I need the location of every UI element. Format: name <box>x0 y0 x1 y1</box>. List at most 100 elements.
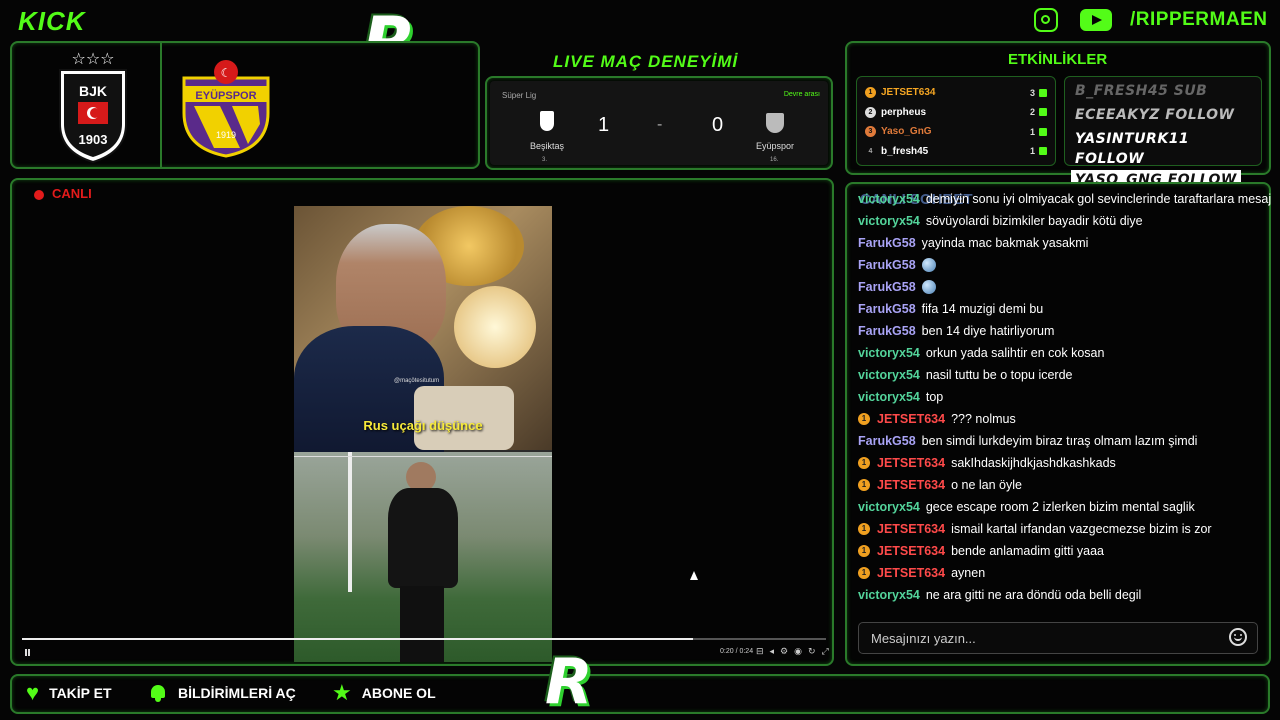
chat-message: FarukG58 yayinda mac bakmak yasakmi <box>858 232 1088 254</box>
events-title: ETKİNLİKLER <box>1008 51 1108 68</box>
chat-text: yayinda mac bakmak yasakmi <box>921 236 1089 250</box>
chat-username[interactable]: victoryx54 <box>858 342 920 364</box>
chat-username[interactable]: victoryx54 <box>858 188 920 210</box>
sub-badge-icon: 1 <box>858 479 870 491</box>
notifications-button[interactable]: BİLDİRİMLERİ AÇ <box>150 684 296 702</box>
home-score: 1 <box>598 114 610 136</box>
chat-text: orkun yada salihtir en cok kosan <box>925 346 1105 360</box>
gift-icon <box>1039 108 1047 117</box>
video-player[interactable]: @maçötesitutum Rus uçağı düşünce <box>294 206 552 662</box>
chat-text: ismail kartal irfandan vazgecmezse bizim… <box>951 522 1212 536</box>
chat-message: 1 JETSET634 ismail kartal irfandan vazgecm… <box>858 518 1212 540</box>
chat-username[interactable]: victoryx54 <box>858 210 920 232</box>
sub-badge-icon: 1 <box>858 413 870 425</box>
chat-message: 1 JETSET634 bende anlamadim gitti yaaa <box>858 540 1104 562</box>
away-score: 0 <box>712 114 724 136</box>
r-logo-bottom: R <box>545 645 593 718</box>
subscribe-button[interactable]: ★ ABONE OL <box>332 680 436 705</box>
chat-text: sövüyolardi bizimkiler bayadir kötü diye <box>925 214 1143 228</box>
chat-username[interactable]: victoryx54 <box>858 386 920 408</box>
match-status: Devre arası <box>783 91 820 98</box>
chat-username[interactable]: FarukG58 <box>858 320 916 342</box>
svg-text:☾: ☾ <box>221 66 232 80</box>
chat-username[interactable]: victoryx54 <box>858 364 920 386</box>
kick-logo: KICK <box>18 6 86 36</box>
chat-text: aynen <box>951 566 986 580</box>
chat-message: victoryx54 top <box>858 386 943 408</box>
home-mini-crest <box>540 111 554 131</box>
youtube-icon[interactable] <box>1080 9 1112 31</box>
away-mini-crest <box>766 113 784 133</box>
away-team-name: Eyüpspor <box>756 141 795 151</box>
instagram-icon[interactable] <box>1034 8 1058 32</box>
chat-text: ??? nolmus <box>951 412 1016 426</box>
chat-message: FarukG58 <box>858 276 936 298</box>
chat-username[interactable]: JETSET634 <box>877 518 945 540</box>
alert-line: YASINTURK11 FOLLOW <box>1075 131 1190 167</box>
pause-icon[interactable] <box>25 649 27 656</box>
alert-line: ECEEAKYZ FOLLOW <box>1075 107 1235 123</box>
chat-input[interactable]: Mesajınızı yazın... <box>858 622 1258 654</box>
chat-username[interactable]: victoryx54 <box>858 496 920 518</box>
chat-text: top <box>925 390 944 404</box>
gift-icon <box>1039 88 1047 97</box>
match-title: LIVE MAÇ DENEYİMİ <box>553 52 739 71</box>
chat-message: FarukG58 fifa 14 muzigi demi bu <box>858 298 1043 320</box>
chat-text: gece escape room 2 izlerken bizim mental… <box>925 500 1195 514</box>
follow-button[interactable]: ♥ TAKİP ET <box>26 680 112 705</box>
home-team-name: Beşiktaş <box>530 141 565 151</box>
chat-username[interactable]: FarukG58 <box>858 254 916 276</box>
live-badge: CANLI <box>52 186 92 201</box>
progress-track[interactable] <box>22 638 826 640</box>
player-controls[interactable]: ⊟◂⚙◉↻⤢ <box>756 646 835 657</box>
chat-text: sakIhdaskijhdkjashdkashkads <box>951 456 1116 470</box>
chat-message: victoryx54 sövüyolardi bizimkiler bayadir… <box>858 210 1143 232</box>
video-time: 0:20 / 0:24 <box>720 648 754 655</box>
chat-text: demiyin sonu iyi olmiyacak gol sevincler… <box>925 192 1272 206</box>
chat-text: fifa 14 muzigi demi bu <box>921 302 1044 316</box>
crest-text: BJK <box>79 83 107 99</box>
chat-message: 1 JETSET634 ??? nolmus <box>858 408 1016 430</box>
chat-message: victoryx54 demiyin sonu iyi olmiyacak gol… <box>858 188 1271 210</box>
chat-username[interactable]: FarukG58 <box>858 430 916 452</box>
chat-text: ben simdi lurkdeyim biraz tıraş olmam la… <box>921 434 1198 448</box>
chat-username[interactable]: JETSET634 <box>877 540 945 562</box>
channel-handle[interactable]: /RIPPERMAEN <box>1130 9 1267 31</box>
chat-text: ne ara gitti ne ara döndü oda belli degi… <box>925 588 1142 602</box>
svg-text:1919: 1919 <box>216 130 236 140</box>
sub-badge-icon: 1 <box>858 523 870 535</box>
live-dot-icon <box>34 190 44 200</box>
chat-message: victoryx54 ne ara gitti ne ara döndü oda … <box>858 584 1141 606</box>
emoji-picker-icon[interactable] <box>1229 628 1247 646</box>
score-card[interactable]: Süper Lig Devre arası Beşiktaş 3. 1 - 0 … <box>490 81 828 165</box>
heart-icon: ♥ <box>26 680 40 705</box>
chat-username[interactable]: JETSET634 <box>877 408 945 430</box>
chat-message: 1 JETSET634 aynen <box>858 562 985 584</box>
chat-username[interactable]: JETSET634 <box>877 452 945 474</box>
chat-username[interactable]: FarukG58 <box>858 298 916 320</box>
progress-fill <box>22 638 694 640</box>
sub-badge-icon: 1 <box>858 457 870 469</box>
svg-text:☆☆☆: ☆☆☆ <box>71 51 114 68</box>
gift-icon <box>1039 127 1047 136</box>
chat-username[interactable]: JETSET634 <box>877 562 945 584</box>
chat-message: FarukG58 ben simdi lurkdeyim biraz tıraş … <box>858 430 1197 452</box>
svg-text:1903: 1903 <box>79 132 108 147</box>
star-icon: ★ <box>332 680 352 705</box>
chat-text: ben 14 diye hatirliyorum <box>921 324 1055 338</box>
chat-message: victoryx54 gece escape room 2 izlerken bi… <box>858 496 1195 518</box>
chat-username[interactable]: victoryx54 <box>858 584 920 606</box>
chat-message: 1 JETSET634 o ne lan öyle <box>858 474 1022 496</box>
chat-message: victoryx54 orkun yada salihtir en cok kos… <box>858 342 1104 364</box>
leaderboard-row: 1 JETSET634 3 <box>865 83 1047 103</box>
chat-message: FarukG58 ben 14 diye hatirliyorum <box>858 320 1054 342</box>
leaderboard-row: 2 perpheus 2 <box>865 103 1047 123</box>
chat-username[interactable]: FarukG58 <box>858 232 916 254</box>
sub-badge-icon: 1 <box>858 545 870 557</box>
chat-message: FarukG58 <box>858 254 936 276</box>
eyupspor-crest: ☾ EYÜPSPOR 1919 <box>180 58 272 158</box>
sub-badge-icon: 1 <box>858 567 870 579</box>
chat-message: victoryx54 nasil tuttu be o topu icerde <box>858 364 1072 386</box>
chat-username[interactable]: FarukG58 <box>858 276 916 298</box>
chat-username[interactable]: JETSET634 <box>877 474 945 496</box>
